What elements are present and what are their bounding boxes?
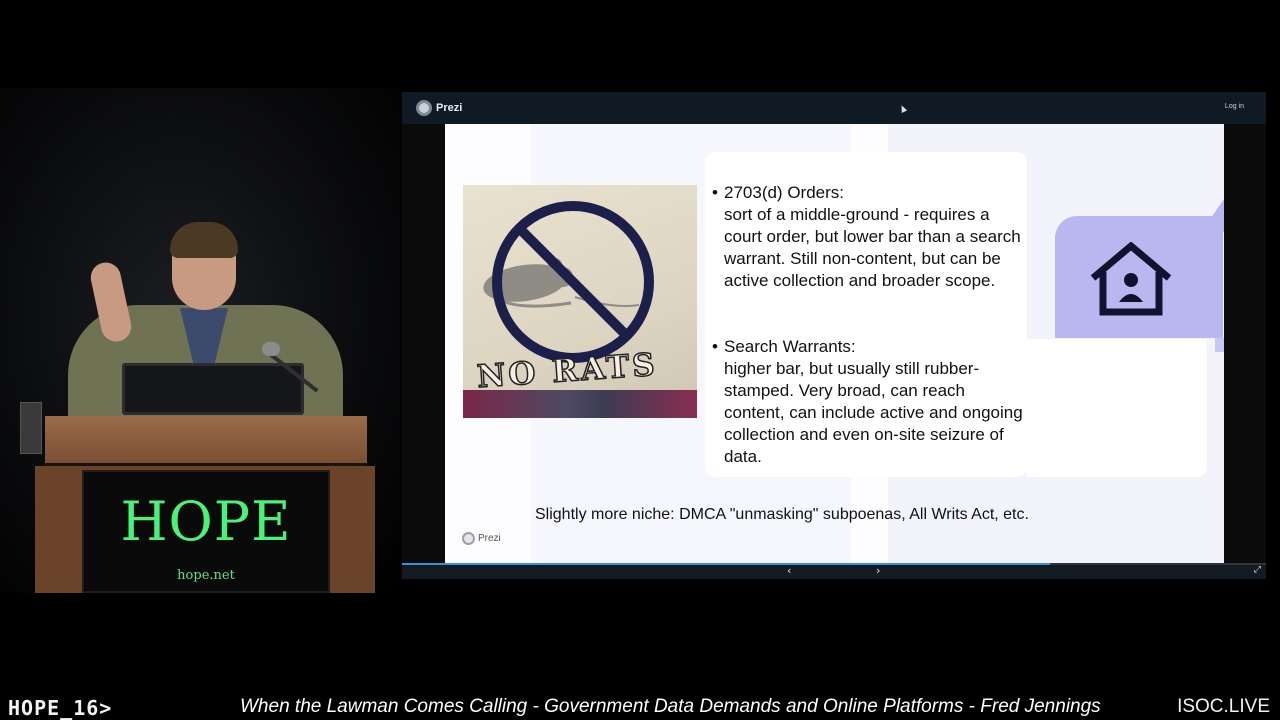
- bullet-marker: •: [712, 183, 718, 202]
- login-link[interactable]: Log in: [1225, 103, 1244, 110]
- podium-logo-text: HOPE: [120, 490, 292, 553]
- podium-sign: HOPE hope.net: [82, 470, 330, 593]
- prezi-controls: ‹ › ⤢: [402, 563, 1266, 579]
- prezi-top-bar: Prezi Log in: [402, 92, 1266, 124]
- previous-step-button[interactable]: ‹: [787, 564, 791, 577]
- slide-footnote: Slightly more niche: DMCA "unmasking" su…: [535, 506, 1029, 523]
- house-person-icon: [1090, 242, 1172, 316]
- talk-title: When the Lawman Comes Calling - Governme…: [240, 696, 1101, 717]
- prezi-watermark-label: Prezi: [478, 533, 501, 544]
- speaker-hair: [170, 222, 238, 258]
- presentation-slide: NO RATS • 2703(d) Orders: sort of a midd…: [445, 124, 1224, 563]
- progress-fill: [402, 563, 1050, 565]
- image-fabric: [463, 390, 697, 418]
- prezi-logo-icon: [416, 100, 432, 116]
- bullet-card: • 2703(d) Orders: sort of a middle-groun…: [705, 152, 1027, 477]
- podium-url-text: hope.net: [177, 568, 235, 583]
- prezi-brand-label: Prezi: [436, 102, 463, 114]
- microphone-icon: [262, 342, 280, 356]
- event-tag: HOPE_16>: [8, 696, 113, 720]
- lower-card: [1027, 339, 1207, 477]
- lower-third-bar: HOPE_16> When the Lawman Comes Calling -…: [0, 694, 1280, 720]
- bullet-text: 2703(d) Orders: sort of a middle-ground …: [724, 183, 1021, 290]
- no-rats-image: NO RATS: [463, 185, 697, 418]
- podium-laptop: [122, 363, 304, 415]
- fullscreen-icon[interactable]: ⤢: [1254, 565, 1261, 575]
- podium-top: [45, 416, 367, 466]
- mouse-cursor-icon: [898, 104, 908, 113]
- progress-track: [402, 563, 1266, 565]
- prezi-watermark-icon: [462, 532, 475, 545]
- bullet-text: Search Warrants: higher bar, but usually…: [724, 337, 1023, 466]
- side-device: [20, 402, 42, 454]
- next-step-button[interactable]: ›: [876, 564, 880, 577]
- prezi-watermark: Prezi: [462, 532, 501, 545]
- stream-brand: ISOC.LIVE: [1177, 696, 1270, 717]
- accent-notch: [1215, 338, 1224, 352]
- bullet-marker: •: [712, 337, 718, 356]
- prezi-brand[interactable]: Prezi: [416, 100, 462, 116]
